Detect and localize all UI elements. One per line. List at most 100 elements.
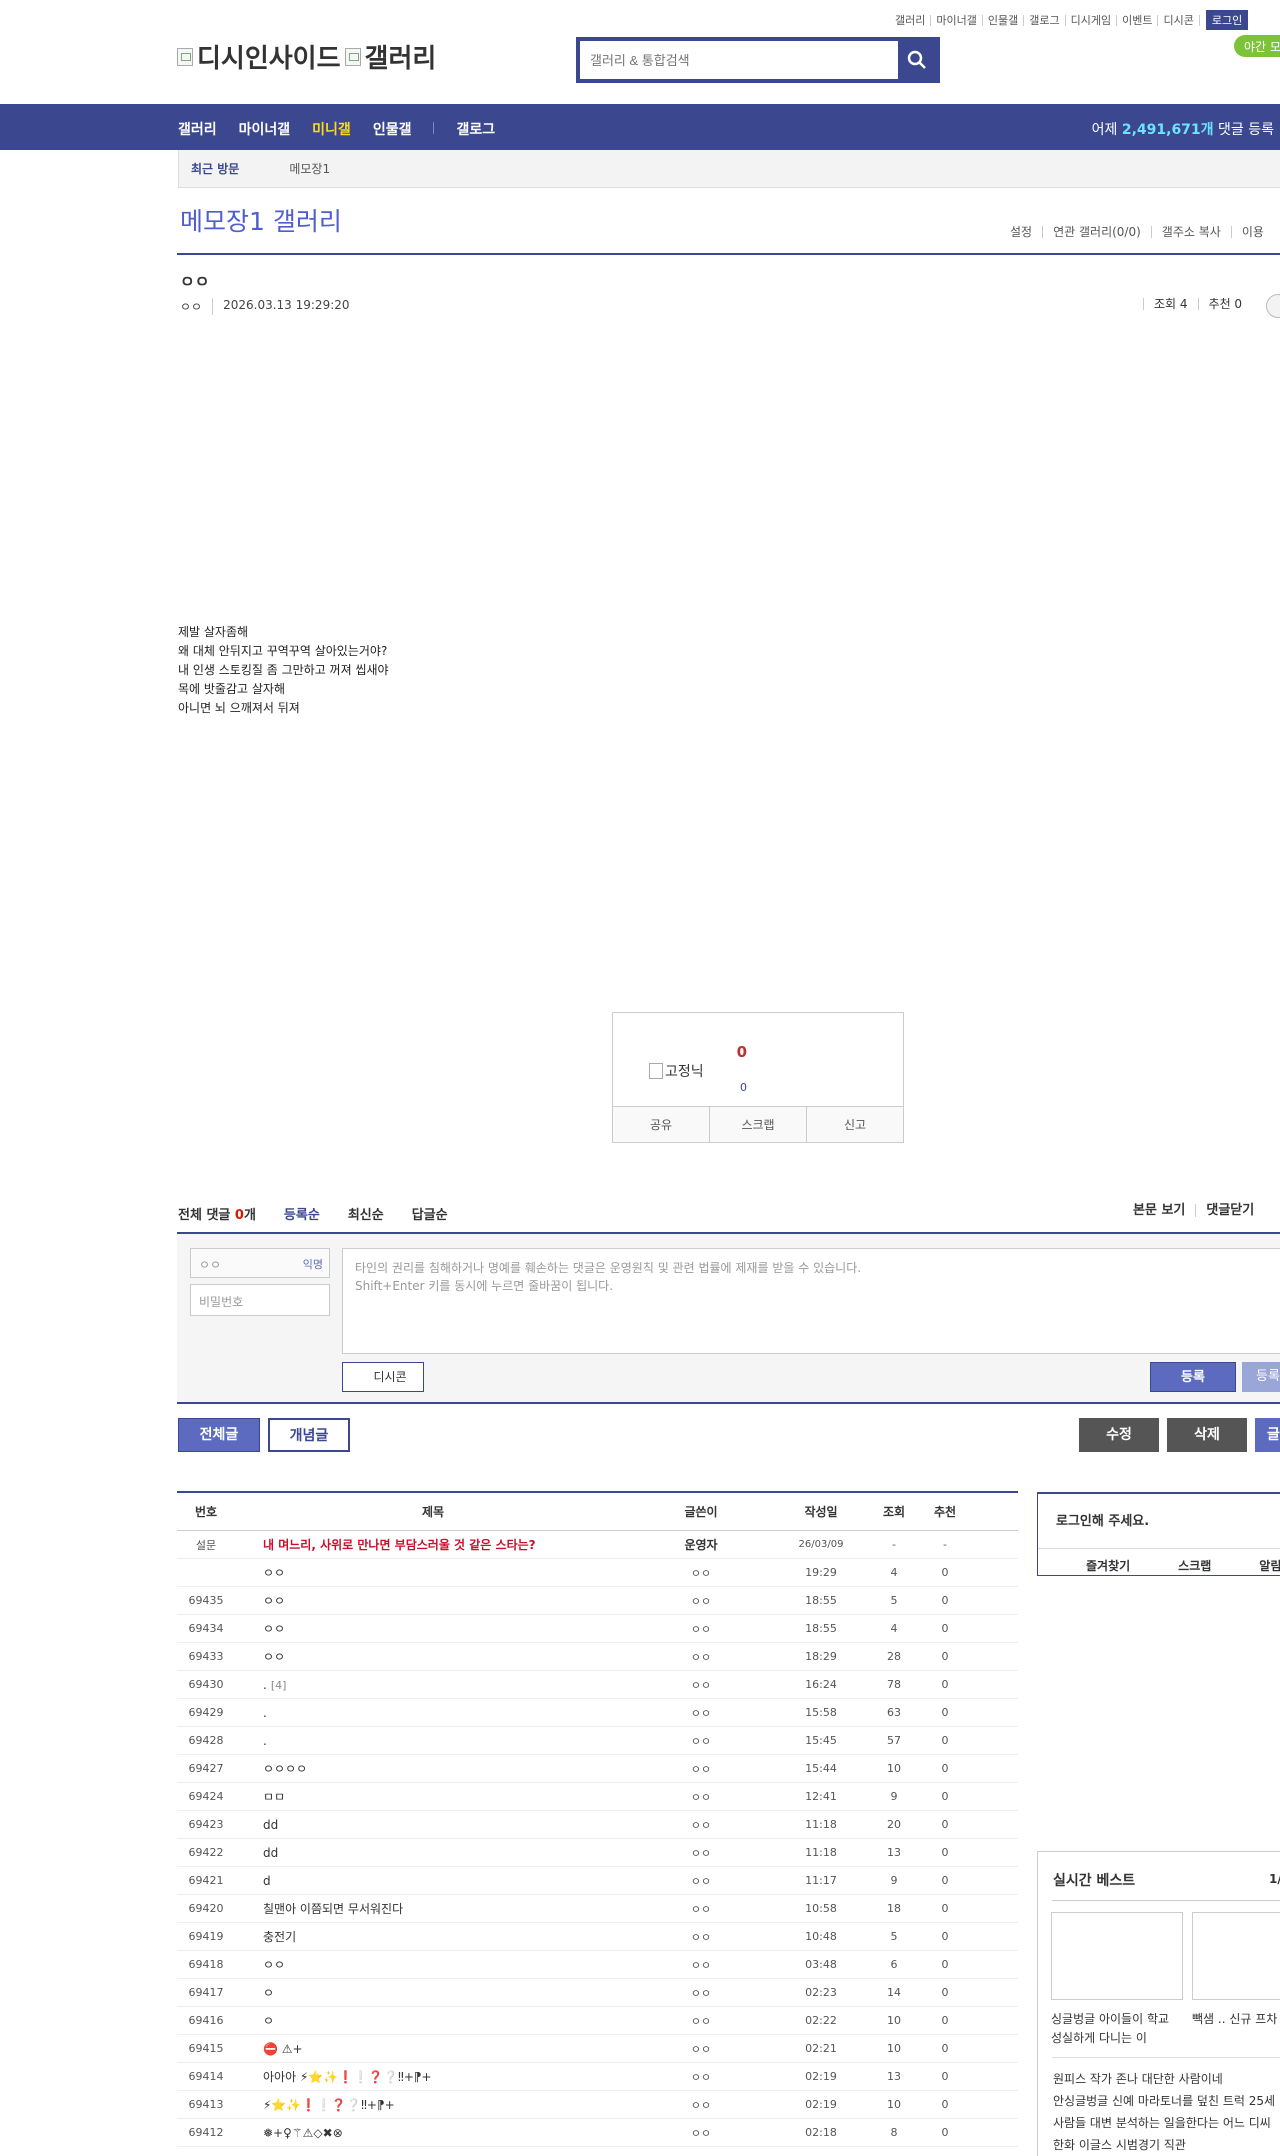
row-title[interactable]: ㅇ	[235, 1984, 631, 2001]
top-link-gallery[interactable]: 갤러리	[890, 14, 932, 26]
row-writer[interactable]: ㅇㅇ	[631, 2097, 771, 2113]
login-prompt[interactable]: 로그인해 주세요.	[1056, 1510, 1149, 1529]
table-row[interactable]: 69428. ㅇㅇ 15:45 57 0	[177, 1727, 1018, 1755]
fixed-nick-recommend-button[interactable]: 고정닉	[649, 1061, 704, 1081]
best-item[interactable]: 한화 이글스 시범경기 직관	[1053, 2136, 1186, 2153]
table-row[interactable]: 69433 ㅇㅇ ㅇㅇ 18:29 28 0	[177, 1643, 1018, 1671]
post-writer[interactable]: ㅇㅇ	[180, 298, 202, 315]
search-input[interactable]	[580, 41, 898, 79]
write-button[interactable]: 글쓰기	[1255, 1418, 1280, 1477]
nav-mini[interactable]: 미니갤	[312, 119, 351, 139]
scrap-button[interactable]: 스크랩	[709, 1107, 806, 1142]
recent-visits-label[interactable]: 최근 방문	[179, 160, 251, 177]
share-button[interactable]: 공유	[613, 1107, 709, 1142]
nav-person[interactable]: 인물갤	[373, 119, 412, 139]
gallery-title[interactable]: 메모장1 갤러리	[180, 202, 342, 238]
comment-register-button[interactable]: 등록	[1150, 1362, 1236, 1392]
row-title[interactable]: ㅇㅇ	[235, 1592, 631, 1609]
row-writer[interactable]: ㅇㅇ	[631, 1649, 771, 1665]
top-link-dcgame[interactable]: 디시게임	[1066, 14, 1118, 26]
table-row[interactable]: ㅇㅇ ㅇㅇ 19:29 4 0	[177, 1559, 1018, 1587]
row-writer[interactable]: ㅇㅇ	[631, 2125, 771, 2141]
best-item[interactable]: 원피스 작가 존나 대단한 사람이네	[1053, 2070, 1223, 2087]
delete-button[interactable]: 삭제	[1167, 1418, 1247, 1452]
row-title[interactable]: 아아아 ⚡⭐✨❗❕❓❔‼+⁋+	[235, 2068, 631, 2085]
site-logo[interactable]: 디시인사이드 갤러리	[177, 38, 436, 75]
header-date[interactable]: 작성일	[771, 1503, 871, 1520]
view-post-link[interactable]: 본문 보기	[1123, 1204, 1195, 1217]
row-title[interactable]: 칠맨아 이쯤되면 무서워진다	[235, 1900, 631, 1917]
row-title[interactable]: 충전기	[235, 1928, 631, 1945]
table-row[interactable]: 69422 dd ㅇㅇ 11:18 13 0	[177, 1839, 1018, 1867]
row-title[interactable]: ㅇㅇ	[235, 1648, 631, 1665]
tab-all-posts[interactable]: 전체글	[178, 1418, 260, 1452]
night-mode-toggle[interactable]: 야간 모드	[1234, 35, 1280, 57]
table-row[interactable]: 69429. ㅇㅇ 15:58 63 0	[177, 1699, 1018, 1727]
top-link-gallog[interactable]: 갤로그	[1024, 14, 1066, 26]
scrap-link[interactable]: 스크랩	[1178, 1557, 1211, 1574]
row-title[interactable]: .	[235, 1706, 631, 1720]
row-writer[interactable]: ㅇㅇ	[631, 1705, 771, 1721]
row-writer[interactable]: ㅇㅇ	[631, 1985, 771, 2001]
row-title[interactable]: ⚡⭐✨❗❕❓❔‼+⁋+	[235, 2098, 631, 2112]
row-writer[interactable]: ㅇㅇ	[631, 1621, 771, 1637]
table-row[interactable]: 69421 d ㅇㅇ 11:17 9 0	[177, 1867, 1018, 1895]
row-writer[interactable]: ㅇㅇ	[631, 1733, 771, 1749]
table-row[interactable]: 69434 ㅇㅇ ㅇㅇ 18:55 4 0	[177, 1615, 1018, 1643]
header-views[interactable]: 조회	[871, 1503, 917, 1520]
table-row[interactable]: 69414 아아아 ⚡⭐✨❗❕❓❔‼+⁋+ ㅇㅇ 02:19 13 0	[177, 2063, 1018, 2091]
best-item[interactable]: 사람들 대변 분석하는 일을한다는 어느 디씨	[1053, 2114, 1271, 2131]
table-row[interactable]: 69435 ㅇㅇ ㅇㅇ 18:55 5 0	[177, 1587, 1018, 1615]
row-title[interactable]: dd	[235, 1846, 631, 1860]
related-gallery-link[interactable]: 연관 갤러리(0/0)	[1042, 226, 1151, 238]
best-caption[interactable]: 빽샘 .. 신규 프차	[1192, 2010, 1280, 2029]
row-writer[interactable]: ㅇㅇ	[631, 1929, 771, 1945]
row-title[interactable]: ㅁㅁ	[235, 1788, 631, 1805]
row-title[interactable]: ㅇㅇ	[235, 1956, 631, 1973]
header-recommend[interactable]: 추천	[917, 1503, 973, 1520]
table-row[interactable]: 69415 ⛔ ⚠+ ㅇㅇ 02:21 10 0	[177, 2035, 1018, 2063]
comment-register-alt-button[interactable]: 등록	[1242, 1362, 1280, 1392]
usage-link[interactable]: 이용	[1230, 226, 1274, 238]
close-comments-link[interactable]: 댓글닫기	[1195, 1204, 1264, 1217]
dccon-button[interactable]: 디시콘	[342, 1362, 424, 1392]
row-title[interactable]: ㅇㅇ	[235, 1620, 631, 1637]
row-title[interactable]: .	[235, 1734, 631, 1748]
row-title[interactable]: ㅇ	[235, 2012, 631, 2029]
nav-gallery[interactable]: 갤러리	[178, 119, 217, 139]
best-thumbnail[interactable]	[1192, 1912, 1280, 2000]
edit-button[interactable]: 수정	[1079, 1418, 1159, 1452]
table-row[interactable]: 69417 ㅇㅇㅇ 02:23 14 0	[177, 1979, 1018, 2007]
report-button[interactable]: 신고	[806, 1107, 903, 1142]
sort-latest[interactable]: 최신순	[348, 1204, 384, 1223]
nav-minor[interactable]: 마이너갤	[239, 119, 291, 139]
row-title[interactable]: ㅇㅇㅇㅇ	[235, 1760, 631, 1777]
row-writer[interactable]: 운영자	[631, 1536, 771, 1553]
row-writer[interactable]: ㅇㅇ	[631, 1817, 771, 1833]
row-title[interactable]: . [4]	[235, 1678, 631, 1692]
table-row[interactable]: 69413 ⚡⭐✨❗❕❓❔‼+⁋+ ㅇㅇ 02:19 10 0	[177, 2091, 1018, 2119]
row-writer[interactable]: ㅇㅇ	[631, 2013, 771, 2029]
recent-visit-item[interactable]: 메모장1	[289, 160, 330, 177]
table-row[interactable]: 69430. [4] ㅇㅇ 16:24 78 0	[177, 1671, 1018, 1699]
row-title[interactable]: 내 며느리, 사위로 만나면 부담스러울 것 같은 스타는?	[235, 1536, 631, 1553]
top-link-person[interactable]: 인물갤	[983, 14, 1025, 26]
notification-link[interactable]: 알림	[1259, 1557, 1280, 1574]
row-writer[interactable]: ㅇㅇ	[631, 1761, 771, 1777]
row-writer[interactable]: ㅇㅇ	[631, 1901, 771, 1917]
favorites-link[interactable]: 즐겨찾기	[1086, 1557, 1130, 1574]
table-row[interactable]: 69420 칠맨아 이쯤되면 무서워진다 ㅇㅇ 10:58 18 0	[177, 1895, 1018, 1923]
password-field[interactable]: 비밀번호	[190, 1284, 330, 1316]
more-options-icon[interactable]	[1266, 294, 1280, 318]
row-title[interactable]: d	[235, 1874, 631, 1888]
copy-address-link[interactable]: 갤주소 복사	[1150, 226, 1231, 238]
row-writer[interactable]: ㅇㅇ	[631, 1789, 771, 1805]
table-row[interactable]: 69412 ❅+♀⚚⚠◇✖⊗ ㅇㅇ 02:18 8 0	[177, 2119, 1018, 2147]
sort-replies[interactable]: 답글순	[412, 1204, 448, 1223]
table-row[interactable]: 설문 내 며느리, 사위로 만나면 부담스러울 것 같은 스타는? 운영자 26/03…	[177, 1531, 1018, 1559]
table-row[interactable]: 69416 ㅇㅇㅇ 02:22 10 0	[177, 2007, 1018, 2035]
row-title[interactable]: ❅+♀⚚⚠◇✖⊗	[235, 2126, 631, 2140]
row-writer[interactable]: ㅇㅇ	[631, 1565, 771, 1581]
table-row[interactable]: 69427 ㅇㅇㅇㅇ ㅇㅇ 15:44 10 0	[177, 1755, 1018, 1783]
row-writer[interactable]: ㅇㅇ	[631, 1593, 771, 1609]
